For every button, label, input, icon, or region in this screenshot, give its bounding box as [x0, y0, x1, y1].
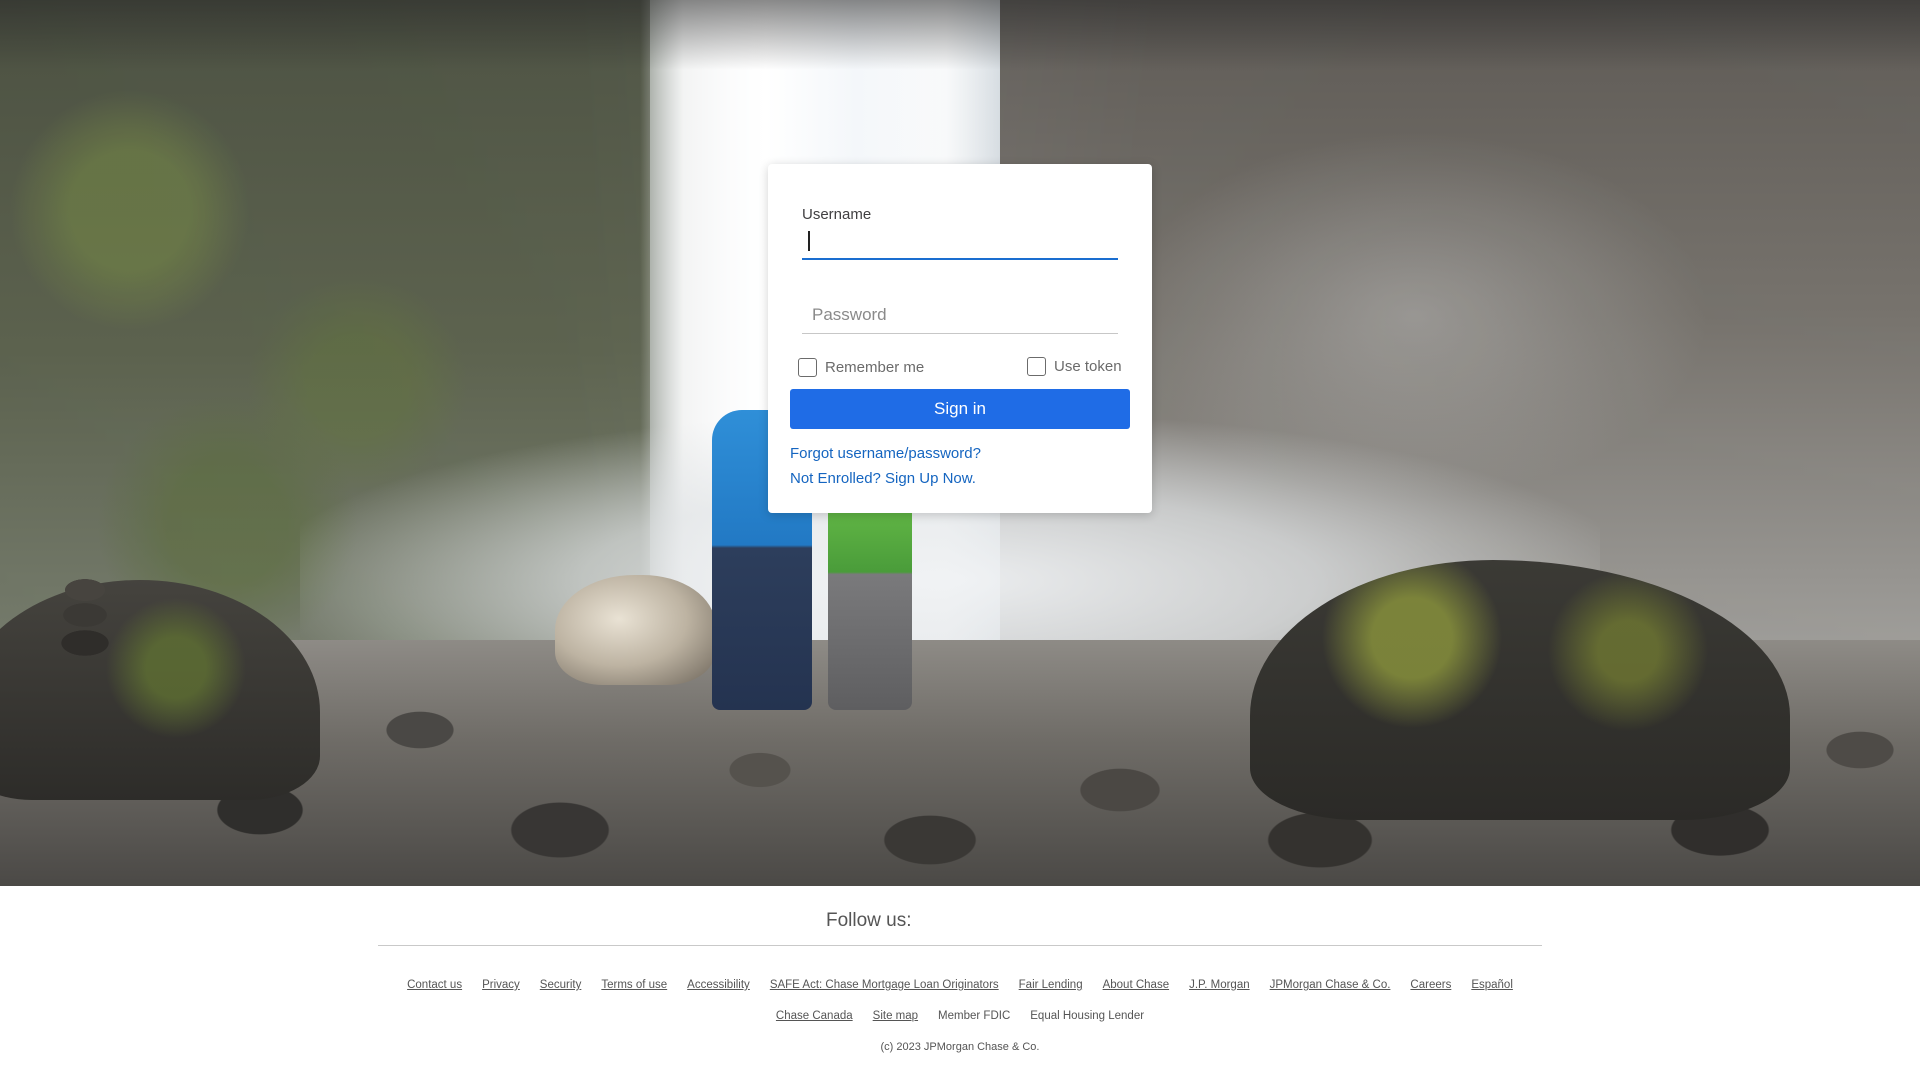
footer-link-about-chase[interactable]: About Chase — [1103, 979, 1170, 991]
footer-divider — [378, 945, 1542, 946]
member-fdic-text: Member FDIC — [938, 1010, 1011, 1022]
remember-me-box[interactable] — [798, 358, 817, 377]
footer-link-safe-act[interactable]: SAFE Act: Chase Mortgage Loan Originator… — [770, 979, 999, 991]
use-token-checkbox[interactable]: Use token — [1027, 357, 1122, 376]
username-input[interactable] — [802, 224, 1118, 260]
username-label: Username — [802, 206, 872, 223]
footer-link-security[interactable]: Security — [540, 979, 582, 991]
person-green-jacket — [828, 480, 912, 710]
copyright-text: (c) 2023 JPMorgan Chase & Co. — [880, 1041, 1040, 1053]
footer-link-chase-canada[interactable]: Chase Canada — [776, 1010, 853, 1022]
follow-us-label: Follow us: — [826, 910, 912, 931]
remember-me-label: Remember me — [825, 359, 925, 376]
login-card: Username Remember me Use token Sign in F… — [768, 164, 1152, 513]
footer-link-site-map[interactable]: Site map — [873, 1010, 918, 1022]
text-caret — [808, 231, 810, 251]
forgot-credentials-link[interactable]: Forgot username/password? — [790, 445, 981, 462]
top-shade — [0, 0, 1920, 70]
enroll-link[interactable]: Not Enrolled? Sign Up Now. — [790, 470, 976, 487]
dog — [555, 575, 715, 685]
footer-link-privacy[interactable]: Privacy — [482, 979, 520, 991]
footer-links-row-2: Chase Canada Site map Member FDIC Equal … — [0, 1010, 1920, 1022]
footer-link-fair-lending[interactable]: Fair Lending — [1019, 979, 1083, 991]
rock-cairn — [60, 575, 110, 665]
password-input[interactable] — [802, 296, 1118, 334]
equal-housing-lender-text: Equal Housing Lender — [1030, 1010, 1145, 1022]
footer-link-terms-of-use[interactable]: Terms of use — [601, 979, 667, 991]
remember-me-checkbox[interactable]: Remember me — [798, 358, 924, 377]
footer-link-accessibility[interactable]: Accessibility — [687, 979, 750, 991]
footer-link-jp-morgan[interactable]: J.P. Morgan — [1189, 979, 1250, 991]
footer: Follow us: Contact us Privacy Security T… — [0, 886, 1920, 1080]
use-token-box[interactable] — [1027, 357, 1046, 376]
footer-links-row-1: Contact us Privacy Security Terms of use… — [0, 979, 1920, 991]
footer-link-espanol[interactable]: Español — [1471, 979, 1513, 991]
footer-link-contact-us[interactable]: Contact us — [407, 979, 462, 991]
sign-in-button[interactable]: Sign in — [790, 389, 1130, 429]
use-token-label: Use token — [1054, 358, 1122, 375]
footer-link-careers[interactable]: Careers — [1410, 979, 1451, 991]
footer-link-jpmorgan-chase-co[interactable]: JPMorgan Chase & Co. — [1270, 979, 1391, 991]
